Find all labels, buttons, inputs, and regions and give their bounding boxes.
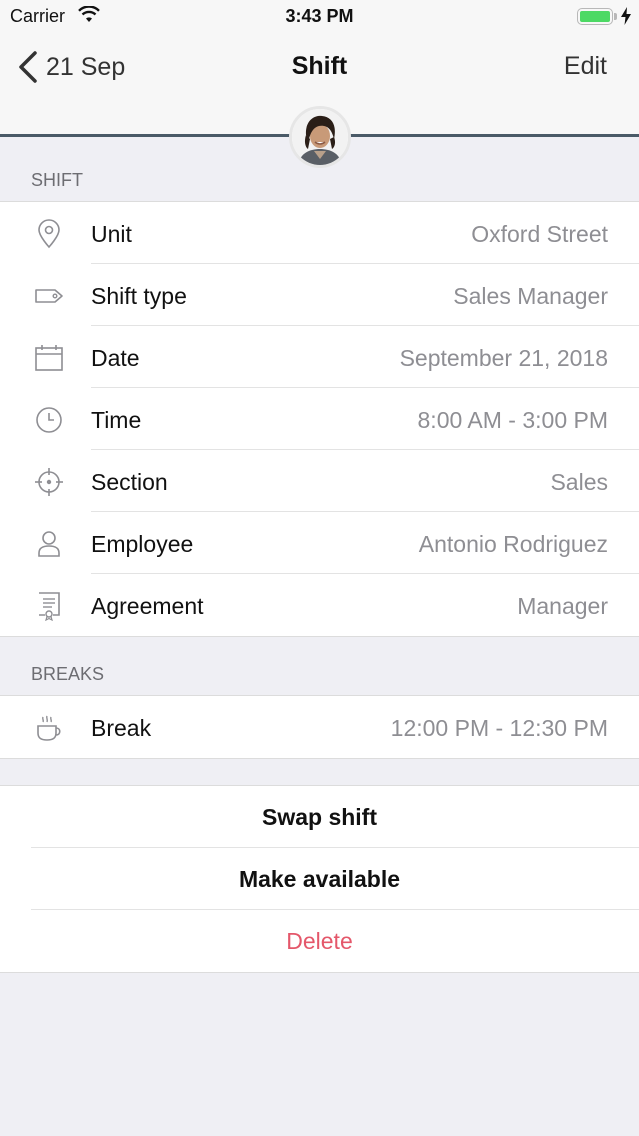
row-label: Employee bbox=[91, 531, 194, 557]
row-value: September 21, 2018 bbox=[399, 345, 608, 371]
row-agreement[interactable]: Agreement Manager bbox=[0, 574, 639, 636]
coffee-cup-icon bbox=[37, 715, 61, 741]
location-pin-icon bbox=[38, 219, 60, 249]
row-shift-type[interactable]: Shift type Sales Manager bbox=[0, 264, 639, 326]
row-employee[interactable]: Employee Antonio Rodriguez bbox=[0, 512, 639, 574]
row-value: Antonio Rodriguez bbox=[418, 531, 608, 557]
calendar-icon bbox=[35, 345, 63, 371]
edit-button[interactable]: Edit bbox=[564, 52, 607, 81]
row-time[interactable]: Time 8:00 AM - 3:00 PM bbox=[0, 388, 639, 450]
row-value: Oxford Street bbox=[471, 221, 608, 247]
row-value: Manager bbox=[517, 593, 608, 619]
breaks-group: Break 12:00 PM - 12:30 PM bbox=[0, 695, 639, 759]
avatar[interactable] bbox=[289, 106, 351, 168]
make-available-button[interactable]: Make available bbox=[0, 848, 639, 910]
row-value: Sales bbox=[550, 469, 608, 495]
person-icon bbox=[38, 531, 60, 557]
employee-photo bbox=[292, 109, 348, 165]
row-unit[interactable]: Unit Oxford Street bbox=[0, 202, 639, 264]
status-time: 3:43 PM bbox=[285, 6, 354, 26]
section-header-breaks: BREAKS bbox=[31, 664, 105, 684]
swap-shift-label: Swap shift bbox=[261, 804, 377, 830]
certificate-icon bbox=[39, 592, 60, 621]
row-label: Section bbox=[91, 469, 168, 495]
row-label: Break bbox=[91, 715, 152, 741]
delete-button[interactable]: Delete bbox=[0, 910, 639, 972]
row-date[interactable]: Date September 21, 2018 bbox=[0, 326, 639, 388]
charging-bolt-icon bbox=[621, 7, 631, 25]
row-label: Unit bbox=[91, 221, 132, 247]
clock-icon bbox=[36, 407, 62, 433]
status-bar: Carrier 3:43 PM bbox=[0, 0, 639, 34]
delete-label: Delete bbox=[286, 928, 353, 954]
actions-group: Swap shift Make available Delete bbox=[0, 785, 639, 973]
row-label: Date bbox=[91, 345, 140, 371]
crosshair-icon bbox=[35, 468, 63, 496]
row-label: Shift type bbox=[91, 283, 187, 309]
row-value: 12:00 PM - 12:30 PM bbox=[390, 715, 608, 741]
make-available-label: Make available bbox=[238, 866, 401, 892]
row-section[interactable]: Section Sales bbox=[0, 450, 639, 512]
tag-icon bbox=[35, 289, 63, 303]
battery-tip bbox=[614, 13, 617, 20]
row-label: Time bbox=[91, 407, 142, 433]
swap-shift-button[interactable]: Swap shift bbox=[0, 786, 639, 848]
row-break[interactable]: Break 12:00 PM - 12:30 PM bbox=[0, 696, 639, 758]
row-label: Agreement bbox=[91, 593, 204, 619]
row-value: Sales Manager bbox=[453, 283, 608, 309]
battery-icon bbox=[577, 8, 613, 25]
page-title: Shift bbox=[291, 52, 348, 80]
shift-details-group: Unit Oxford Street Shift type Sales Mana… bbox=[0, 201, 639, 637]
row-value: 8:00 AM - 3:00 PM bbox=[417, 407, 608, 433]
